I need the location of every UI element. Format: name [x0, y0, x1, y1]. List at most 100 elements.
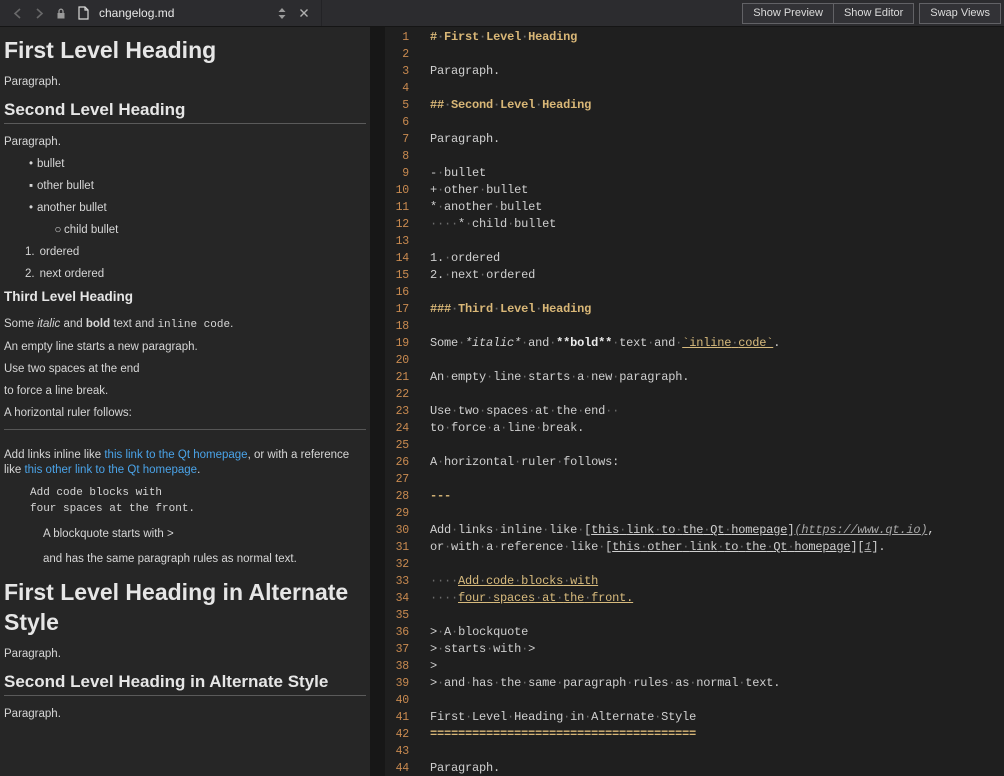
editor-line: 14 1.·ordered [385, 250, 1004, 267]
editor-line: 4 [385, 80, 1004, 97]
line-number: 12 [385, 216, 409, 233]
forward-icon[interactable] [30, 4, 48, 22]
whitespace-dot: · [493, 540, 500, 554]
whitespace-dot: · [493, 676, 500, 690]
list-item-label: bullet [37, 157, 65, 172]
lock-icon[interactable] [52, 4, 70, 22]
whitespace-dot: · [640, 540, 647, 554]
whitespace-dot: · [612, 370, 619, 384]
back-icon[interactable] [8, 4, 26, 22]
show-preview-button[interactable]: Show Preview [742, 3, 834, 24]
editor-line: 40 [385, 692, 1004, 709]
editor-line: 2 [385, 46, 1004, 63]
blockquote: A blockquote starts with >and has the sa… [43, 527, 366, 567]
whitespace-dot: · [451, 302, 458, 316]
updown-arrows-icon[interactable] [273, 4, 291, 22]
hyperlink[interactable]: this other link to the Qt homepage [24, 464, 197, 476]
md-text-token: *·another·bullet [430, 200, 542, 214]
close-icon[interactable] [295, 4, 313, 22]
editor-line-text: A·horizontal·ruler·follows: [430, 454, 619, 471]
editor-line: 6 [385, 114, 1004, 131]
line-number: 1 [385, 29, 409, 46]
whitespace-dot: · [437, 166, 444, 180]
editor-line-text: +·other·bullet [430, 182, 528, 199]
preview-h2: Second Level Heading [4, 100, 366, 124]
editor-line-text: >·and·has·the·same·paragraph·rules·as·no… [430, 675, 780, 692]
md-text-token: A·horizontal·ruler·follows: [430, 455, 619, 469]
editor-line-text: ###·Third·Level·Heading [430, 301, 591, 318]
md-text-token: ]. [871, 540, 885, 554]
editor-line: 43 [385, 743, 1004, 760]
line-number: 27 [385, 471, 409, 488]
whitespace-dot: · [612, 336, 619, 350]
document-tab[interactable]: changelog.md [0, 0, 322, 26]
line-number: 7 [385, 131, 409, 148]
editor-line-text: ····*·child·bullet [430, 216, 556, 233]
editor-line-text: An·empty·line·starts·a·new·paragraph. [430, 369, 689, 386]
editor-line: 8 [385, 148, 1004, 165]
whitespace-dot: · [479, 268, 486, 282]
hyperlink[interactable]: this link to the Qt homepage [104, 449, 247, 461]
md-text-token: 1.·ordered [430, 251, 500, 265]
line-number: 30 [385, 522, 409, 539]
circle-marker-icon: ○ [52, 223, 64, 238]
editor-line-text: ····Add·code·blocks·with [430, 573, 598, 590]
list-number: 2. [25, 267, 35, 282]
editor-line-text: 2.·next·ordered [430, 267, 535, 284]
md-text-token: . [773, 336, 780, 350]
whitespace-dot: · [535, 98, 542, 112]
preview-p: Paragraph. [4, 75, 366, 90]
markdown-editor-pane[interactable]: 1#·First·Level·Heading23Paragraph.45##·S… [385, 27, 1004, 776]
line-number: 36 [385, 624, 409, 641]
whitespace-dot: · [724, 523, 731, 537]
editor-line-text: >·starts·with·> [430, 641, 535, 658]
md-code-token: `inline·code` [682, 336, 773, 350]
list-item-label: other bullet [37, 179, 94, 194]
line-number: 21 [385, 369, 409, 386]
whitespace-dot: · [444, 370, 451, 384]
whitespace-dot: · [731, 336, 738, 350]
line-number: 10 [385, 182, 409, 199]
markdown-preview-pane[interactable]: First Level Heading Paragraph. Second Leve… [0, 27, 370, 776]
md-text-token: An·empty·line·starts·a·new·paragraph. [430, 370, 689, 384]
whitespace-dot: · [668, 676, 675, 690]
md-url-token: (https://www.qt.io) [794, 523, 927, 537]
whitespace-dot: · [717, 540, 724, 554]
text-run: . [197, 464, 200, 476]
md-text-token: Paragraph. [430, 132, 500, 146]
whitespace-dot: · [535, 591, 542, 605]
text-run: text and [110, 318, 157, 330]
show-editor-button[interactable]: Show Editor [833, 3, 914, 24]
editor-line: 41First·Level·Heading·in·Alternate·Style [385, 709, 1004, 726]
line-number: 39 [385, 675, 409, 692]
line-number: 14 [385, 250, 409, 267]
text-run: . [230, 318, 233, 330]
line-number: 6 [385, 114, 409, 131]
whitespace-dot: · [486, 421, 493, 435]
whitespace-dot: · [444, 268, 451, 282]
whitespace-dot: · [521, 676, 528, 690]
whitespace-dot: · [570, 370, 577, 384]
md-text-token: ][ [850, 540, 864, 554]
list-item-label: ordered [40, 245, 80, 260]
swap-views-button[interactable]: Swap Views [919, 3, 1001, 24]
editor-line: 18 [385, 318, 1004, 335]
pane-splitter[interactable] [370, 27, 385, 776]
editor-line: 39 >·and·has·the·same·paragraph·rules·as·… [385, 675, 1004, 692]
editor-line-text: > [430, 658, 437, 675]
blockquote-line: A blockquote starts with > [43, 527, 366, 542]
line-number: 44 [385, 760, 409, 776]
line-number: 4 [385, 80, 409, 97]
whitespace-dot: · [465, 217, 472, 231]
line-number: 20 [385, 352, 409, 369]
editor-line: 23Use·two·spaces·at·the·end·· [385, 403, 1004, 420]
line-number: 43 [385, 743, 409, 760]
md-code-token: Add·code·blocks·with [458, 574, 598, 588]
preview-h1: First Level Heading [4, 35, 366, 65]
whitespace-dot: · [507, 710, 514, 724]
whitespace-dot: · [556, 455, 563, 469]
editor-line: 31or·with·a·reference·like·[this·other·l… [385, 539, 1004, 556]
whitespace-dot: · [654, 523, 661, 537]
md-text-token: >·A·blockquote [430, 625, 528, 639]
whitespace-dot: · [493, 523, 500, 537]
